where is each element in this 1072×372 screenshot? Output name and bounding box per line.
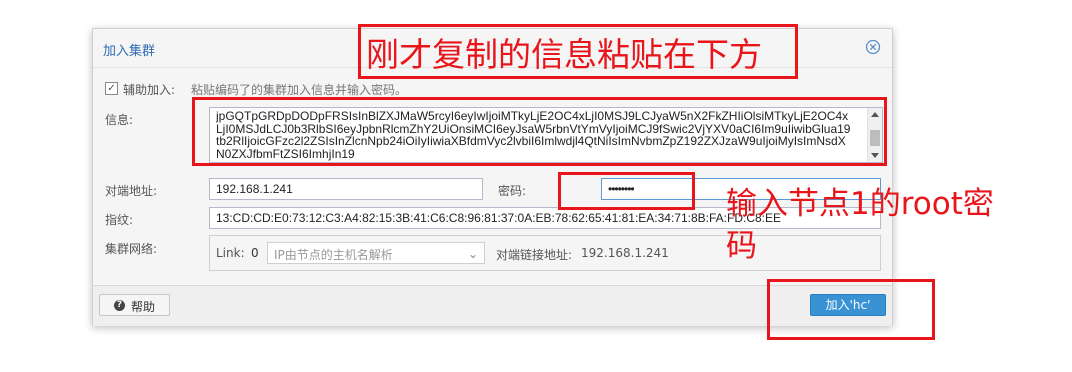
annotation-join-box: [767, 279, 935, 340]
cluster-network-label: 集群网络:: [105, 242, 158, 256]
info-label: 信息:: [105, 113, 134, 127]
annotation-password-note: 输入节点1的root密: [726, 186, 994, 222]
password-label: 密码:: [498, 184, 527, 198]
peer-link-label: 对端链接地址:: [496, 248, 573, 262]
dialog-title: 加入集群: [103, 44, 156, 59]
assisted-join-checkbox[interactable]: ✓: [105, 82, 118, 95]
peer-address-label: 对端地址:: [105, 184, 158, 198]
peer-link-value: 192.168.1.241: [581, 246, 669, 260]
assisted-join-label: 辅助加入:: [123, 83, 176, 97]
link-label: Link:: [216, 246, 245, 260]
help-label: 帮助: [131, 300, 156, 314]
annotation-info-box: [192, 97, 887, 166]
assisted-join-hint: 粘贴编码了的集群加入信息并输入密码。: [191, 83, 408, 97]
close-icon[interactable]: [865, 39, 881, 55]
chevron-down-icon[interactable]: ⌄: [468, 247, 478, 261]
link-address-select[interactable]: IP由节点的主机名解析 ⌄: [267, 242, 485, 264]
annotation-top-note: 刚才复制的信息粘贴在下方: [366, 35, 762, 74]
question-icon: ?: [114, 300, 125, 311]
annotation-password-box: [558, 172, 695, 210]
fingerprint-label: 指纹:: [105, 213, 134, 227]
link-number: 0: [251, 246, 259, 260]
link-select-placeholder: IP由节点的主机名解析: [274, 248, 393, 262]
help-button[interactable]: ? 帮助: [99, 294, 170, 316]
peer-address-input[interactable]: 192.168.1.241: [209, 178, 483, 200]
annotation-password-note-cont: 码: [726, 228, 757, 264]
cluster-network-box: Link: 0 IP由节点的主机名解析 ⌄ 对端链接地址: 192.168.1.…: [209, 235, 881, 271]
